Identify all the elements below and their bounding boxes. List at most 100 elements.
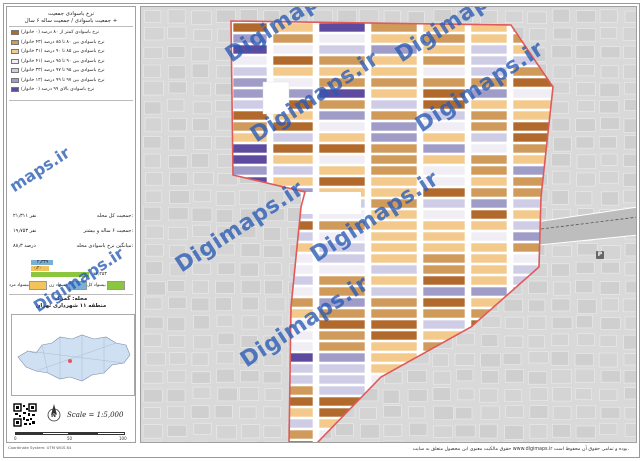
city-block <box>167 280 186 292</box>
city-block <box>528 280 548 294</box>
city-block <box>624 243 636 257</box>
city-block <box>144 101 162 115</box>
parcel-block <box>422 319 466 330</box>
coordinate-note: Coordinate System: UTM WGS 84 <box>8 445 72 450</box>
parcel-block <box>370 330 418 341</box>
city-block <box>145 172 163 186</box>
city-block <box>193 172 214 185</box>
city-block <box>191 352 209 367</box>
stat-value: ۱۹٫۷۵۳ نفر <box>13 228 37 234</box>
city-block <box>528 371 548 385</box>
city-block <box>144 117 162 133</box>
parcel-block <box>370 121 418 132</box>
parcel-block <box>370 154 418 165</box>
parcel-block <box>470 286 508 297</box>
city-block <box>239 406 257 420</box>
city-block <box>552 423 571 438</box>
city-block <box>241 424 261 439</box>
bar-value-label: ۲٫۳۳۹ <box>37 260 49 265</box>
city-block <box>192 118 210 132</box>
city-block <box>143 136 162 149</box>
city-block <box>480 405 500 420</box>
parcel-block <box>370 88 418 99</box>
city-block <box>262 371 282 384</box>
city-block <box>622 27 636 41</box>
neighborhood-name: محله: گمرک <box>54 296 88 302</box>
city-block <box>550 101 569 114</box>
city-block <box>600 65 619 79</box>
parcel-block <box>470 198 508 209</box>
legend-label: نرخ باسوادی بین ۹۰ تا ۹۵ درصد (۴۱ خانوار… <box>21 58 105 64</box>
city-block <box>144 190 163 203</box>
city-block <box>599 423 618 435</box>
city-block <box>217 387 238 402</box>
city-block <box>360 423 380 439</box>
city-block <box>599 100 620 114</box>
parcel-block <box>370 264 418 275</box>
city-block <box>191 63 209 79</box>
city-block <box>553 136 572 152</box>
parcel-block <box>318 33 366 44</box>
city-block <box>167 26 187 39</box>
city-block <box>601 261 620 274</box>
city-block <box>409 422 428 436</box>
parcel-block <box>512 99 553 110</box>
parcel-block <box>370 143 418 154</box>
parcel-block <box>370 99 418 110</box>
city-block <box>214 405 233 419</box>
city-block <box>552 64 573 79</box>
parcel-block <box>232 165 268 176</box>
city-block <box>503 298 523 313</box>
city-block <box>191 46 211 62</box>
city-block <box>216 314 234 327</box>
divider <box>9 26 133 27</box>
parcel-block <box>512 121 553 132</box>
main-map[interactable]: Digimaps.ir Digimaps.ir Digimaps.ir Digimap… <box>140 6 637 443</box>
parcel-block <box>318 176 366 187</box>
city-block <box>216 425 237 440</box>
city-block <box>551 316 573 329</box>
city-block <box>264 388 283 401</box>
city-block <box>504 389 522 402</box>
city-block <box>142 424 163 439</box>
north-letter: N <box>51 412 57 419</box>
legend-label: نرخ باسوادی بین ۸۵ تا ۹۰ درصد (۳۱ خانوار… <box>21 49 105 54</box>
city-block <box>145 281 166 296</box>
parcel-block <box>470 44 508 55</box>
city-block <box>190 153 210 168</box>
city-block <box>192 136 212 150</box>
city-block <box>599 82 620 98</box>
city-block <box>577 299 597 314</box>
parcel-block <box>318 132 366 143</box>
parcel-block <box>272 165 314 176</box>
city-block <box>168 206 189 221</box>
city-block <box>552 170 571 185</box>
city-block <box>623 64 636 80</box>
city-block <box>552 406 572 421</box>
parcel-block <box>470 121 508 132</box>
scale-tick-label: 0 <box>14 436 17 441</box>
legend-item: نرخ باسوادی بالای ۹۹ درصد (۰ خانوار) <box>11 86 135 93</box>
city-block <box>551 333 569 346</box>
location-marker <box>68 359 72 363</box>
legend-item: نرخ باسوادی بین ۸۵ تا ۹۰ درصد (۳۱ خانوار… <box>11 48 135 55</box>
parcel-block <box>512 110 553 121</box>
city-block <box>574 368 595 383</box>
city-block <box>166 98 185 112</box>
parcel-block <box>422 308 466 319</box>
city-block <box>624 407 636 420</box>
stat-value: ۸۸٫۳ درصد <box>13 243 36 249</box>
legend-swatch <box>11 87 19 92</box>
parcel-block <box>318 352 366 363</box>
city-block <box>550 351 569 366</box>
parcel-block <box>422 275 466 286</box>
city-block <box>142 333 162 347</box>
city-block <box>167 424 188 437</box>
city-block <box>479 423 498 439</box>
city-block <box>240 243 261 258</box>
city-block <box>143 371 164 384</box>
category-label: بیسواد مرد <box>9 283 30 288</box>
parcel-block <box>232 99 268 110</box>
city-block <box>575 425 596 439</box>
city-block <box>551 190 569 205</box>
